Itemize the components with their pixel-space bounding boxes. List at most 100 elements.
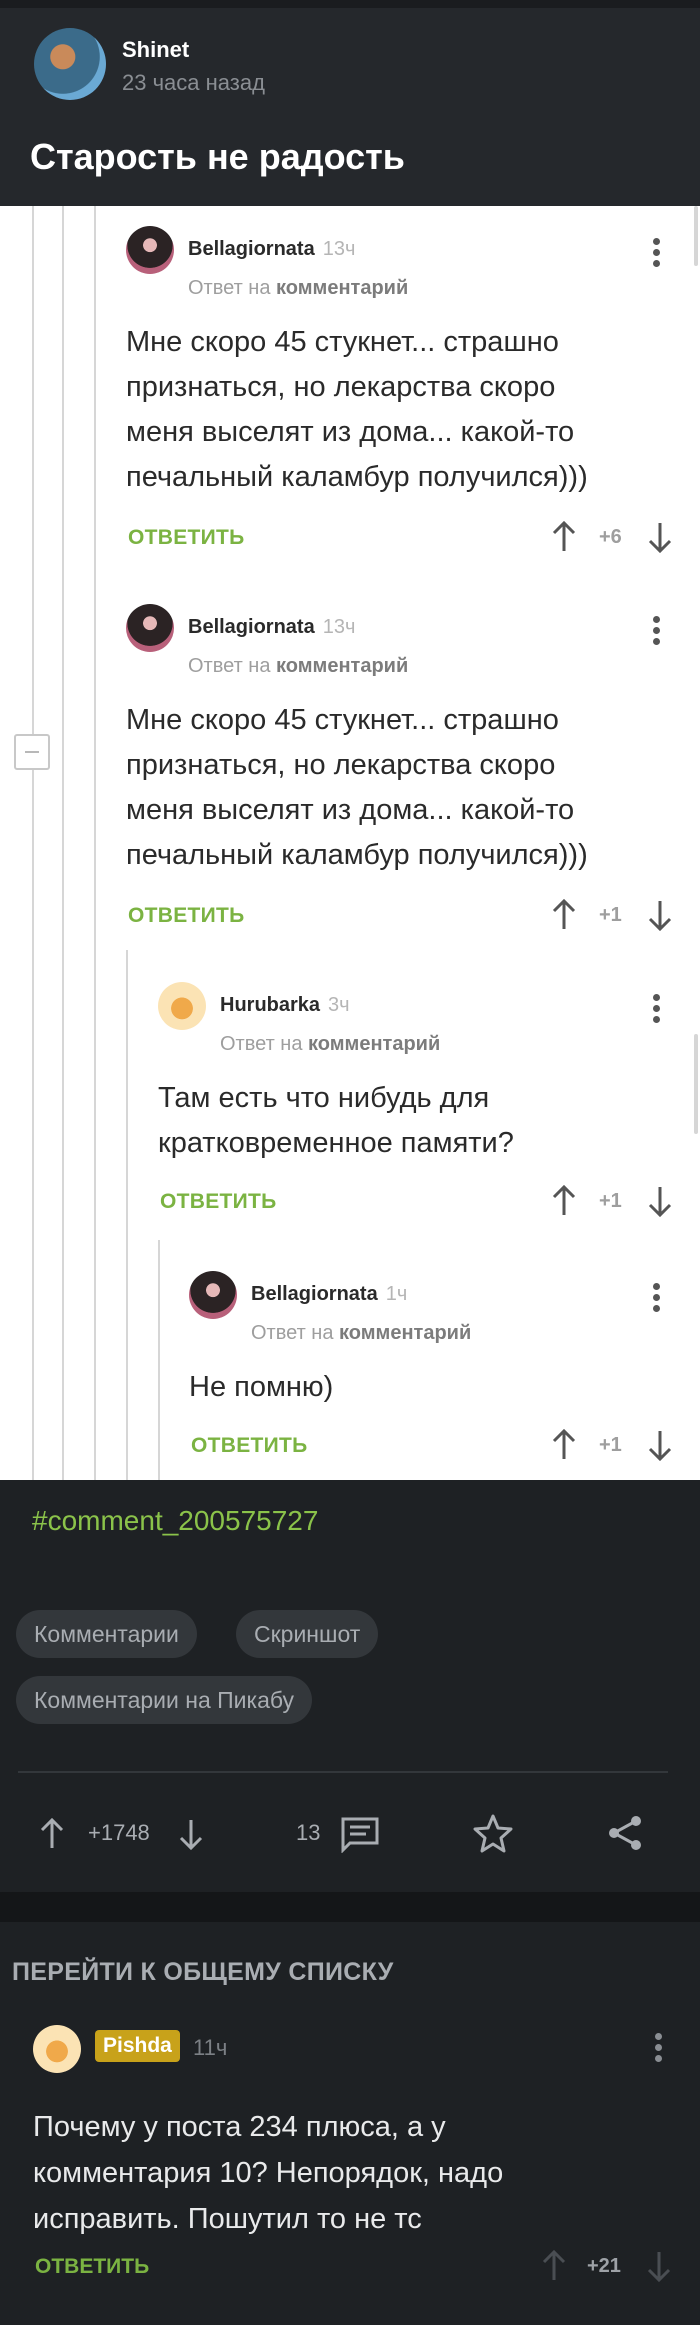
comment-author[interactable]: Bellagiornata 13ч — [188, 238, 355, 261]
comment-line: кратковременное памяти? — [158, 1127, 514, 1159]
comment-line: комментария 10? Непорядок, надо — [33, 2157, 504, 2189]
thread-line — [158, 1240, 160, 1480]
reply-prefix: Ответ на — [251, 1322, 334, 1344]
more-menu-icon[interactable] — [653, 238, 661, 270]
comment-text: Не помню) — [189, 1365, 333, 1410]
thread-line — [126, 950, 128, 1480]
avatar[interactable] — [33, 2025, 81, 2073]
upvote-icon[interactable] — [540, 2250, 568, 2282]
comment-line: Не помню) — [189, 1371, 334, 1403]
comment-text: Почему у поста 234 плюса, а у комментари… — [33, 2104, 503, 2242]
comment: Hurubarka 3ч Ответ на комментарий Там ест… — [158, 982, 686, 1217]
reply-button[interactable]: ОТВЕТИТЬ — [35, 2255, 149, 2279]
post-rating: +1748 — [88, 1820, 150, 1845]
section-separator — [0, 1892, 700, 1922]
upvote-icon[interactable] — [550, 899, 578, 931]
comment-line: меня выселят из дома... какой-то — [126, 416, 575, 448]
thread-line — [32, 206, 34, 1480]
divider — [18, 1771, 668, 1773]
scrollbar-thumb[interactable] — [694, 206, 698, 266]
more-menu-icon[interactable] — [653, 1283, 661, 1315]
comment-line: печальный каламбур получился))) — [126, 839, 588, 871]
downvote-icon[interactable] — [646, 899, 674, 931]
reply-target-link[interactable]: комментарий — [339, 1322, 471, 1344]
comment-line: Мне скоро 45 стукнет... страшно — [126, 326, 559, 358]
reply-button[interactable]: ОТВЕТИТЬ — [128, 526, 245, 550]
reply-button[interactable]: ОТВЕТИТЬ — [128, 904, 245, 928]
upvote-icon[interactable] — [550, 1429, 578, 1461]
thread-line — [62, 206, 64, 1480]
downvote-icon[interactable] — [177, 1817, 205, 1851]
goto-list-link[interactable]: ПЕРЕЙТИ К ОБЩЕМУ СПИСКУ — [12, 1958, 394, 1987]
comment: Bellagiornata 13ч Ответ на комментарий Мн… — [126, 226, 686, 556]
comment-score: +21 — [587, 2255, 621, 2277]
comment-author[interactable]: Bellagiornata 13ч — [188, 616, 355, 639]
reply-target-link[interactable]: комментарий — [308, 1033, 440, 1055]
avatar[interactable] — [158, 982, 206, 1030]
comment: Bellagiornata 1ч Ответ на комментарий Не … — [189, 1271, 686, 1471]
more-menu-icon[interactable] — [653, 994, 661, 1026]
comment-line: меня выселят из дома... какой-то — [126, 794, 575, 826]
reply-info: Ответ на комментарий — [188, 277, 408, 300]
downvote-icon[interactable] — [645, 2250, 673, 2282]
author-avatar[interactable] — [34, 28, 106, 100]
downvote-icon[interactable] — [646, 1185, 674, 1217]
hashtag-link[interactable]: #comment_200575727 — [32, 1505, 318, 1537]
comments-icon[interactable] — [340, 1815, 380, 1853]
post-header: Shinet 23 часа назад Старость не радость — [0, 0, 700, 206]
tag-pikabu-comments[interactable]: Комментарии на Пикабу — [16, 1676, 313, 1724]
comment-text: Мне скоро 45 стукнет... страшно признать… — [126, 698, 588, 878]
comment-line: признаться, но лекарства скоро — [126, 371, 556, 403]
collapse-thread-button[interactable] — [14, 734, 50, 770]
comment-line: исправить. Пошутил то не тс — [33, 2203, 422, 2235]
comment-line: признаться, но лекарства скоро — [126, 749, 556, 781]
reply-prefix: Ответ на — [188, 655, 271, 677]
more-menu-icon[interactable] — [653, 616, 661, 648]
comment-line: Там есть что нибудь для — [158, 1082, 490, 1114]
reply-prefix: Ответ на — [188, 277, 271, 299]
reply-info: Ответ на комментарий — [251, 1322, 471, 1345]
more-menu-icon[interactable] — [655, 2033, 663, 2065]
comments-screenshot: Bellagiornata 13ч Ответ на комментарий Мн… — [0, 206, 700, 1480]
upvote-icon[interactable] — [550, 521, 578, 553]
comment-author-badge[interactable]: Pishda — [95, 2030, 180, 2062]
status-strip — [0, 0, 700, 8]
comment-time: 13ч — [322, 238, 356, 260]
comment-score: +1 — [599, 1434, 622, 1456]
reply-button[interactable]: ОТВЕТИТЬ — [160, 1190, 277, 1214]
tag-screenshot[interactable]: Скриншот — [236, 1610, 379, 1658]
comment-author[interactable]: Hurubarka 3ч — [220, 994, 350, 1017]
author-name[interactable]: Shinet — [122, 37, 189, 63]
upvote-icon[interactable] — [550, 1185, 578, 1217]
comment-line: Почему у поста 234 плюса, а у — [33, 2111, 446, 2143]
post-title[interactable]: Старость не радость — [30, 136, 405, 178]
comment-author-name[interactable]: Bellagiornata — [251, 1283, 378, 1305]
reply-target-link[interactable]: комментарий — [276, 655, 408, 677]
comment-author-name[interactable]: Hurubarka — [220, 994, 320, 1016]
downvote-icon[interactable] — [646, 1429, 674, 1461]
scrollbar-thumb[interactable] — [694, 1034, 698, 1134]
comment-time: 13ч — [322, 616, 356, 638]
star-icon[interactable] — [473, 1813, 513, 1853]
avatar[interactable] — [126, 604, 174, 652]
reply-button[interactable]: ОТВЕТИТЬ — [191, 1434, 308, 1458]
reply-info: Ответ на комментарий — [188, 655, 408, 678]
comment-score: +1 — [599, 904, 622, 926]
reply-info: Ответ на комментарий — [220, 1033, 440, 1056]
comment-line: печальный каламбур получился))) — [126, 461, 588, 493]
downvote-icon[interactable] — [646, 521, 674, 553]
comment-text: Мне скоро 45 стукнет... страшно признать… — [126, 320, 588, 500]
comment: Bellagiornata 13ч Ответ на комментарий Мн… — [126, 604, 686, 934]
tag-comments[interactable]: Комментарии — [16, 1610, 197, 1658]
comment-author-name[interactable]: Bellagiornata — [188, 238, 315, 260]
upvote-icon[interactable] — [38, 1817, 66, 1851]
comment-author-name[interactable]: Bellagiornata — [188, 616, 315, 638]
reply-target-link[interactable]: комментарий — [276, 277, 408, 299]
comment-score: +1 — [599, 1190, 622, 1212]
comment-author[interactable]: Bellagiornata 1ч — [251, 1283, 407, 1306]
comment-score: +6 — [599, 526, 622, 548]
avatar[interactable] — [126, 226, 174, 274]
avatar[interactable] — [189, 1271, 237, 1319]
share-icon[interactable] — [605, 1813, 645, 1853]
comment-text: Там есть что нибудь для кратковременное … — [158, 1076, 514, 1166]
